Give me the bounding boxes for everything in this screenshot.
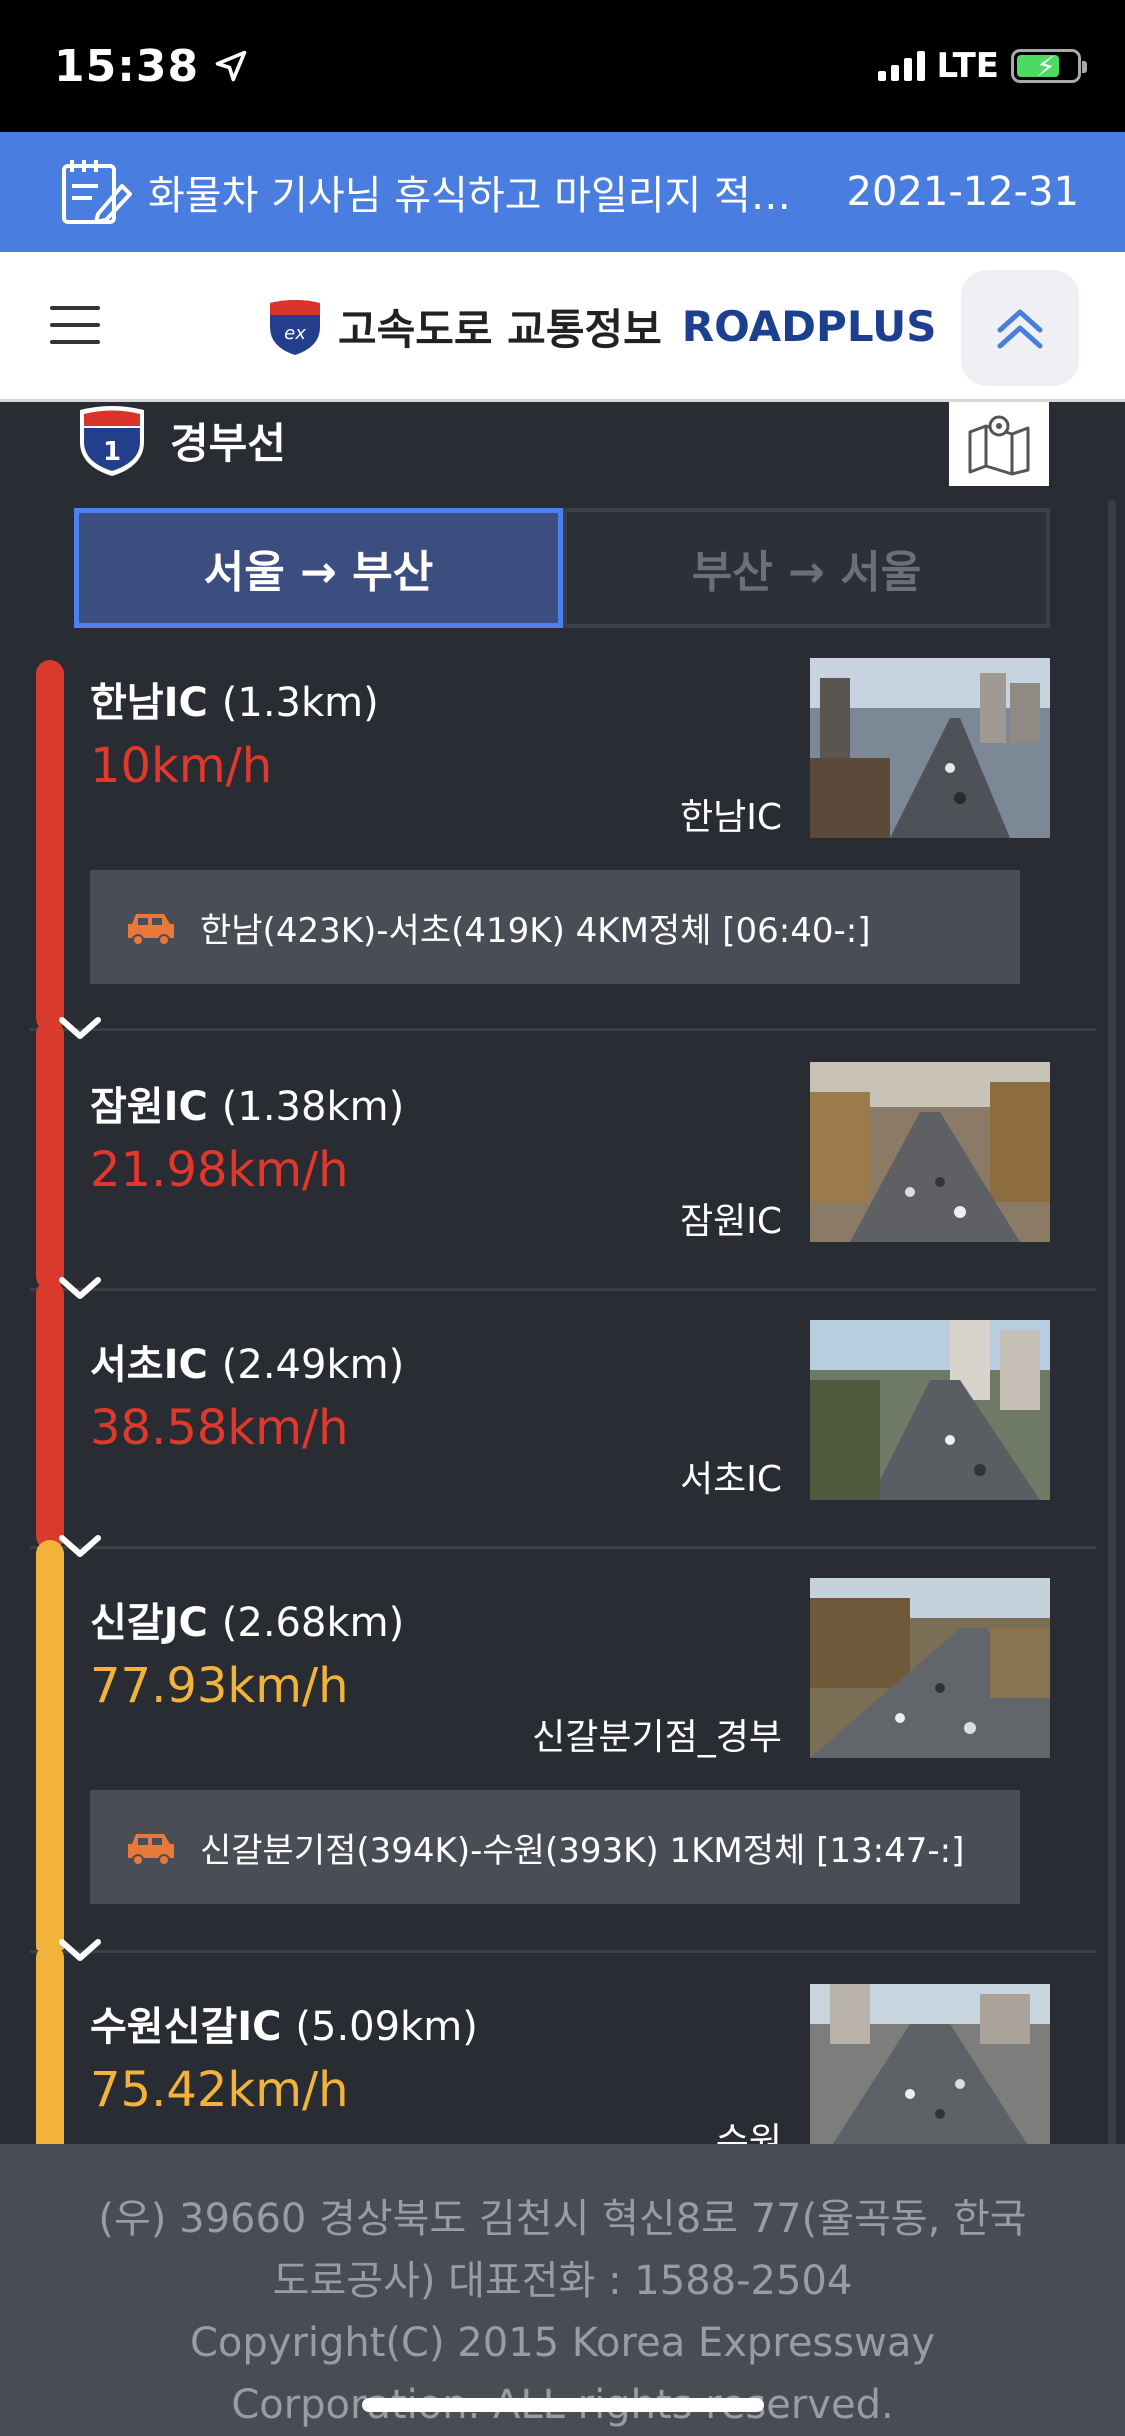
congestion-alert[interactable]: 신갈분기점(394K)-수원(393K) 1KM정체 [13:47-:] [90, 1790, 1020, 1904]
status-bar-indicator [36, 1020, 64, 1290]
ic-name: 잠원IC (1.38km) [90, 1084, 405, 1130]
ex-logo-icon: ex [270, 299, 320, 355]
logo-brand: ROADPLUS [681, 302, 937, 351]
car-icon [128, 1834, 174, 1866]
status-right: LTE ⚡ [877, 46, 1087, 86]
notepad-icon [62, 160, 132, 224]
cctv-thumbnail[interactable] [810, 658, 1050, 838]
notice-bar[interactable]: 화물차 기사님 휴식하고 마일리지 적… 2021-12-31 [0, 132, 1125, 252]
ic-speed: 10km/h [90, 738, 273, 794]
route-name: 경부선 [170, 418, 286, 468]
car-icon [128, 914, 174, 946]
camera-label: 서초IC [680, 1459, 782, 1500]
scrollbar[interactable] [1108, 500, 1116, 2200]
cctv-thumbnail[interactable] [810, 1578, 1050, 1758]
direction-tabs: 서울 → 부산 부산 → 서울 [74, 508, 1050, 628]
status-bar-indicator [36, 1280, 64, 1550]
double-chevron-up-icon [997, 309, 1043, 349]
footer: (우) 39660 경상북도 김천시 혁신8로 77(율곡동, 한국 도로공사)… [0, 2144, 1125, 2436]
alert-text: 신갈분기점(394K)-수원(393K) 1KM정체 [13:47-:] [200, 1830, 965, 1871]
footer-copyright: Copyright(C) 2015 Korea Expressway [189, 2320, 936, 2366]
ic-speed: 38.58km/h [90, 1400, 349, 1456]
route-number: 1 [103, 437, 121, 467]
cctv-image [810, 1578, 1050, 1758]
cctv-thumbnail[interactable] [810, 1320, 1050, 1500]
ic-speed: 21.98km/h [90, 1142, 349, 1198]
notice-date: 2021-12-31 [846, 169, 1079, 215]
status-bar-indicator [36, 1540, 64, 1960]
status-left: 15:38 [54, 41, 249, 92]
status-bar-indicator [36, 660, 64, 1032]
battery-icon: ⚡ [1011, 49, 1087, 83]
cctv-image [810, 658, 1050, 838]
ic-speed: 75.42km/h [90, 2062, 349, 2118]
location-arrow-icon [215, 50, 247, 82]
ic-name: 한남IC (1.3km) [90, 680, 379, 726]
divider [30, 1950, 1096, 1953]
footer-address: (우) 39660 경상북도 김천시 혁신8로 77(율곡동, 한국 [98, 2196, 1027, 2242]
svg-text:ex: ex [284, 323, 306, 344]
status-bar: 15:38 LTE ⚡ [0, 0, 1125, 132]
congestion-alert[interactable]: 한남(423K)-서초(419K) 4KM정체 [06:40-:] [90, 870, 1020, 984]
tab-busan-to-seoul[interactable]: 부산 → 서울 [563, 508, 1050, 628]
hamburger-menu-icon[interactable] [50, 306, 100, 344]
cctv-image [810, 1062, 1050, 1242]
cctv-thumbnail[interactable] [810, 1062, 1050, 1242]
logo-text: 고속도로 교통정보 [338, 305, 662, 354]
status-bar-indicator [36, 1944, 64, 2164]
camera-label: 잠원IC [680, 1201, 782, 1242]
ic-name: 수원신갈IC (5.09km) [90, 2004, 478, 2050]
scroll-top-button[interactable] [961, 270, 1079, 386]
network-type: LTE [936, 46, 999, 86]
alert-text: 한남(423K)-서초(419K) 4KM정체 [06:40-:] [200, 910, 871, 951]
logo[interactable]: ex 고속도로 교통정보 ROADPLUS [266, 296, 936, 357]
notice-text[interactable]: 화물차 기사님 휴식하고 마일리지 적… [148, 163, 827, 221]
route-title: 1 경부선 [74, 402, 286, 478]
tab-seoul-to-busan[interactable]: 서울 → 부산 [74, 508, 563, 628]
app-header: ex 고속도로 교통정보 ROADPLUS [0, 252, 1125, 402]
divider [30, 1028, 1096, 1031]
camera-label: 신갈분기점_경부 [532, 1717, 782, 1758]
cctv-image [810, 1320, 1050, 1500]
map-button[interactable] [949, 402, 1049, 486]
cctv-thumbnail[interactable] [810, 1984, 1050, 2164]
signal-icon [877, 51, 925, 81]
footer-phone: 도로공사) 대표전화 : 1588-2504 [272, 2258, 853, 2304]
status-time: 15:38 [54, 40, 200, 92]
divider [30, 1288, 1096, 1291]
divider [30, 1546, 1096, 1549]
camera-label: 한남IC [680, 797, 782, 838]
cctv-image [810, 1984, 1050, 2164]
ic-name: 신갈JC (2.68km) [90, 1600, 405, 1646]
ic-name: 서초IC (2.49km) [90, 1342, 405, 1388]
map-icon [968, 415, 1030, 476]
route-shield-icon: 1 [80, 406, 144, 476]
ic-speed: 77.93km/h [90, 1658, 349, 1714]
home-indicator[interactable] [362, 2398, 764, 2412]
